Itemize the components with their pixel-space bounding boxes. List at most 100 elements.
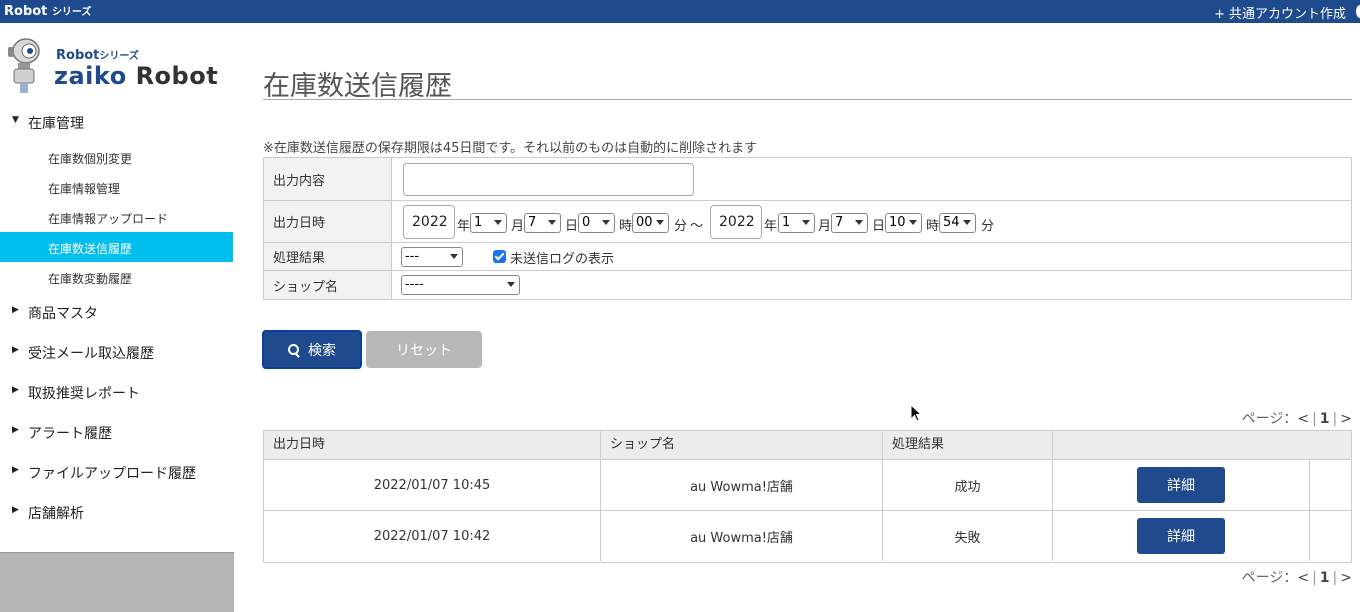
robot-mascot-icon [8,38,40,93]
day-unit: 日 [565,219,579,234]
output-content-input[interactable] [403,163,694,196]
table-row: 2022/01/07 10:45 au Wowma!店舗 成功 詳細 [264,460,1351,511]
from-hour-select[interactable]: 0 [578,213,615,233]
search-icon [288,343,300,356]
to-year-input[interactable]: 2022 [710,205,762,239]
page-title: 在庫数送信履歴 [263,71,452,102]
pager-label: ページ： [1241,570,1298,586]
nav-section-product-master[interactable]: ▶ 商品マスタ [0,303,234,323]
from-month-select[interactable]: 1 [470,213,507,233]
pagination-top: ページ：< | 1 | > [1241,411,1352,427]
result-select[interactable]: --- [401,247,463,267]
shop-select[interactable]: ---- [401,275,520,295]
from-year-input[interactable]: 2022 [403,205,455,239]
results-table: 出力日時 ショップ名 処理結果 2022/01/07 10:45 au Wowm… [263,430,1352,563]
chevron-down-icon [963,220,971,225]
unsent-log-checkbox-label[interactable]: 未送信ログの表示 [510,248,614,267]
top-brand-text: Robot [4,4,48,19]
month-unit: 月 [818,219,832,234]
cell-datetime: 2022/01/07 10:42 [264,511,601,561]
nav-section-alert-history[interactable]: ▶ アラート履歴 [0,423,234,443]
create-shared-account-label: 共通アカウント作成 [1228,7,1346,22]
pager-prev-link[interactable]: < [1297,411,1309,427]
shop-label: ショップ名 [264,271,392,299]
sidebar: Robotシリーズ zaiko Robot ▼ 在庫管理 在庫数個別変更 在庫情報… [0,23,234,612]
pager-current[interactable]: 1 [1320,411,1330,427]
nav-item-stock-individual-change[interactable]: 在庫数個別変更 [0,142,233,172]
nav-section-order-mail-history[interactable]: ▶ 受注メール取込履歴 [0,343,234,363]
chevron-down-icon [548,220,556,225]
from-day-select[interactable]: 7 [524,213,561,233]
sidebar-footer-panel [0,552,234,612]
to-day-select[interactable]: 7 [831,213,868,233]
output-content-label: 出力内容 [264,158,392,200]
nav-section-shop-analysis[interactable]: ▶ 店舗解析 [0,503,234,523]
cell-shop: au Wowma!店舗 [601,460,883,510]
caret-right-icon: ▶ [12,305,19,315]
nav-section-inventory[interactable]: ▼ 在庫管理 [0,113,234,133]
pager-current[interactable]: 1 [1320,570,1330,586]
form-row-shop: ショップ名 ---- [264,271,1351,299]
chevron-down-icon [507,282,515,287]
mouse-cursor-icon [910,404,922,422]
caret-right-icon: ▶ [12,465,19,475]
nav-item-stock-info-management[interactable]: 在庫情報管理 [0,172,233,202]
retention-notice: ※在庫数送信履歴の保存期限は45日間です。それ以前のものは自動的に削除されます [263,141,758,156]
hour-unit: 時 [926,219,940,234]
detail-button[interactable]: 詳細 [1137,518,1225,554]
pager-next-link[interactable]: > [1340,411,1352,427]
cell-result: 成功 [883,460,1053,510]
title-divider [263,99,1352,100]
cell-action: 詳細 [1053,511,1310,561]
cell-action: 詳細 [1053,460,1310,510]
plus-icon: + [1214,7,1225,22]
app-logo[interactable]: Robotシリーズ zaiko Robot [2,37,232,97]
form-row-output-content: 出力内容 [264,158,1351,201]
nav-item-stock-change-history[interactable]: 在庫数変動履歴 [0,262,233,292]
chevron-down-icon [602,220,610,225]
logo-subtitle: Robotシリーズ [56,48,139,63]
form-row-output-datetime: 出力日時 2022 年 1 月 7 日 0 時 00 分 〜 2022 年 1 … [264,201,1351,243]
detail-button[interactable]: 詳細 [1137,467,1225,503]
unsent-log-checkbox[interactable] [493,250,506,263]
top-brand: Robot シリーズ [4,3,91,19]
pagination-bottom: ページ：< | 1 | > [1241,570,1352,586]
chevron-down-icon [656,220,664,225]
top-bar: Robot シリーズ + 共通アカウント作成 [0,0,1360,23]
chevron-down-icon [494,220,502,225]
caret-right-icon: ▶ [12,385,19,395]
chevron-down-icon [450,254,458,259]
form-row-result: 処理結果 --- 未送信ログの表示 [264,243,1351,271]
column-header-shop: ショップ名 [601,431,883,460]
to-hour-select[interactable]: 10 [885,213,922,233]
to-month-select[interactable]: 1 [778,213,815,233]
top-brand-suffix: シリーズ [51,7,92,18]
nav-section-file-upload-history[interactable]: ▶ ファイルアップロード履歴 [0,463,234,483]
nav-item-stock-info-upload[interactable]: 在庫情報アップロード [0,202,233,232]
cell-empty [1310,460,1351,510]
hour-unit: 時 [619,219,633,234]
nav-section-recommend-report[interactable]: ▶ 取扱推奨レポート [0,383,234,403]
minute-unit: 分 [674,219,688,234]
search-form: 出力内容 出力日時 2022 年 1 月 7 日 0 時 00 分 〜 2022… [263,157,1352,300]
column-header-action [1053,431,1351,460]
cell-datetime: 2022/01/07 10:45 [264,460,601,510]
to-minute-select[interactable]: 54 [939,213,976,233]
chevron-down-icon [855,220,863,225]
nav-item-stock-send-history[interactable]: 在庫数送信履歴 [0,232,233,262]
logo-title: zaiko Robot [54,62,219,90]
cell-result: 失敗 [883,511,1053,561]
month-unit: 月 [511,219,525,234]
from-minute-select[interactable]: 00 [632,213,669,233]
pager-prev-link[interactable]: < [1297,570,1309,586]
search-button[interactable]: 検索 [262,330,362,369]
pager-next-link[interactable]: > [1340,570,1352,586]
range-separator: 〜 [690,219,704,234]
reset-button[interactable]: リセット [366,331,482,368]
year-unit: 年 [764,219,778,234]
column-header-datetime: 出力日時 [264,431,601,460]
create-shared-account-link[interactable]: + 共通アカウント作成 [1214,3,1346,22]
day-unit: 日 [872,219,886,234]
pager-label: ページ： [1241,411,1298,427]
column-header-result: 処理結果 [883,431,1053,460]
